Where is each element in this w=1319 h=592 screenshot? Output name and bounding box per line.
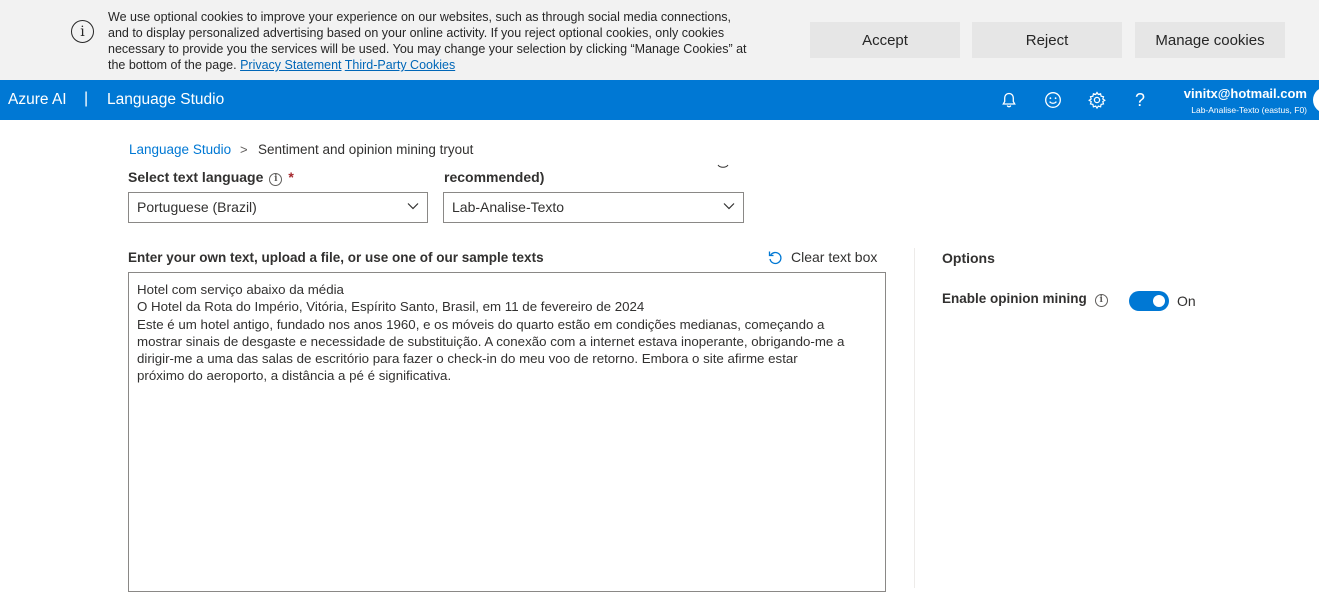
- breadcrumb-language-studio[interactable]: Language Studio: [129, 142, 231, 157]
- toggle-state-label: On: [1177, 293, 1196, 309]
- gear-icon[interactable]: [1087, 90, 1107, 110]
- brand-separator: |: [84, 90, 89, 107]
- user-resource: Lab-Analise-Texto (eastus, F0): [1191, 105, 1307, 115]
- text-input-area[interactable]: Hotel com serviço abaixo da média O Hote…: [128, 272, 886, 592]
- clear-text-box-label: Clear text box: [791, 249, 878, 265]
- manage-cookies-button[interactable]: Manage cookies: [1135, 22, 1285, 58]
- cookie-message: We use optional cookies to improve your …: [108, 9, 748, 73]
- info-icon[interactable]: i: [1094, 294, 1108, 307]
- language-dropdown-value: Portuguese (Brazil): [137, 199, 257, 215]
- privacy-statement-link[interactable]: Privacy Statement: [240, 58, 341, 72]
- text-input-label: Enter your own text, upload a file, or u…: [128, 250, 544, 265]
- chevron-down-icon: [723, 203, 735, 210]
- language-dropdown[interactable]: Portuguese (Brazil): [128, 192, 428, 223]
- info-icon[interactable]: i: [269, 173, 283, 186]
- smiley-icon[interactable]: [1043, 90, 1063, 110]
- opinion-mining-toggle[interactable]: [1129, 291, 1169, 311]
- resource-select-label: recommended): [444, 169, 545, 185]
- resource-dropdown[interactable]: Lab-Analise-Texto: [443, 192, 744, 223]
- section-divider: [914, 248, 915, 588]
- opinion-mining-label: Enable opinion mining i: [942, 291, 1108, 307]
- top-navigation-bar: Azure AI | Language Studio ? vinitx@hotm…: [0, 80, 1319, 120]
- chevron-right-icon: >: [240, 142, 248, 157]
- required-marker: *: [288, 169, 294, 185]
- user-email[interactable]: vinitx@hotmail.com: [1184, 86, 1307, 101]
- breadcrumb-current: Sentiment and opinion mining tryout: [258, 142, 474, 157]
- language-select-label: Select text language i *: [128, 169, 294, 186]
- cookie-banner: i We use optional cookies to improve you…: [0, 0, 1319, 80]
- opinion-mining-label-text: Enable opinion mining: [942, 291, 1087, 306]
- toggle-knob: [1153, 295, 1165, 307]
- info-icon: i: [71, 20, 94, 43]
- bell-icon[interactable]: [999, 90, 1019, 110]
- help-icon[interactable]: ?: [1130, 90, 1150, 110]
- language-label-text: Select text language: [128, 169, 264, 185]
- third-party-cookies-link[interactable]: Third-Party Cookies: [345, 58, 455, 72]
- options-title: Options: [942, 250, 995, 266]
- chevron-down-icon[interactable]: [716, 163, 730, 171]
- brand-link[interactable]: Azure AI: [8, 91, 67, 109]
- undo-icon: [768, 251, 782, 265]
- resource-dropdown-value: Lab-Analise-Texto: [452, 199, 565, 215]
- clear-text-box-button[interactable]: Clear text box: [767, 249, 877, 265]
- chevron-down-icon: [407, 203, 419, 210]
- accept-cookies-button[interactable]: Accept: [810, 22, 960, 58]
- reject-cookies-button[interactable]: Reject: [972, 22, 1122, 58]
- product-name[interactable]: Language Studio: [107, 91, 224, 109]
